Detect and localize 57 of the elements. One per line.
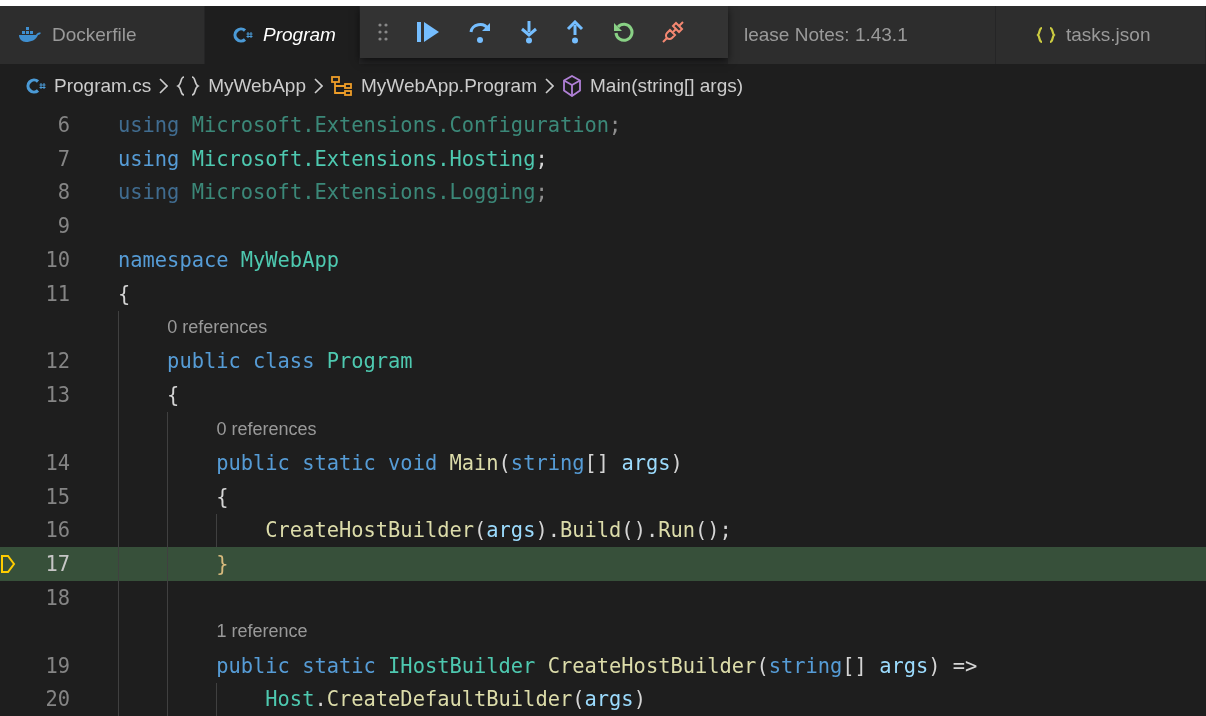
- editor-tab[interactable]: lease Notes: 1.43.1: [728, 6, 996, 64]
- code-line: Host.CreateDefaultBuilder(args): [264, 687, 646, 712]
- braces-icon: [1036, 26, 1056, 44]
- code-line: {: [118, 281, 131, 306]
- disconnect-icon[interactable]: [662, 21, 684, 43]
- code-line: public class Program: [166, 349, 413, 374]
- execution-pointer-icon: [0, 554, 16, 575]
- drag-handle-icon[interactable]: [378, 23, 388, 41]
- code-line: using Microsoft.Extensions.Hosting;: [118, 146, 548, 171]
- breadcrumb-item[interactable]: MyWebApp.Program: [361, 75, 537, 97]
- line-number: 18: [45, 586, 70, 611]
- restart-icon[interactable]: [612, 21, 634, 43]
- csharp-file-icon: [233, 26, 253, 44]
- code-line: CreateHostBuilder(args).Build().Run();: [264, 518, 732, 543]
- line-number: 6: [57, 112, 70, 137]
- line-number: 15: [45, 484, 70, 509]
- line-number: 19: [45, 653, 70, 678]
- breadcrumb-item[interactable]: MyWebApp: [208, 75, 306, 97]
- code-lens-references[interactable]: 1 reference: [216, 621, 308, 643]
- code-lens-references[interactable]: 0 references: [167, 317, 268, 339]
- cube-icon: [562, 75, 582, 97]
- class-icon: [331, 76, 353, 96]
- code-line: }: [215, 552, 229, 577]
- line-number: 10: [45, 248, 70, 273]
- csharp-file-icon: [26, 77, 46, 95]
- line-number: 14: [45, 450, 70, 475]
- line-number: 17: [45, 552, 70, 577]
- code-line: {: [215, 484, 229, 509]
- braces-icon: [176, 76, 201, 96]
- step-out-icon[interactable]: [566, 20, 584, 44]
- line-number: 8: [57, 180, 70, 205]
- whale-icon: [18, 27, 42, 43]
- continue-icon[interactable]: [416, 21, 440, 43]
- line-number: 12: [45, 349, 70, 374]
- line-number: 9: [57, 214, 70, 239]
- code-lens-references[interactable]: 0 references: [216, 418, 317, 440]
- editor-tab[interactable]: Program: [205, 6, 360, 64]
- code-line: namespace MyWebApp: [118, 248, 339, 273]
- breadcrumb-item[interactable]: Program.cs: [54, 75, 152, 97]
- line-number: 20: [45, 687, 70, 712]
- code-line: {: [166, 383, 180, 408]
- step-into-icon[interactable]: [520, 20, 538, 44]
- line-number: 7: [57, 146, 70, 171]
- breadcrumb-item[interactable]: Main(string[] args): [590, 75, 744, 97]
- editor-tab[interactable]: tasks.json: [996, 6, 1206, 64]
- code-line: using Microsoft.Extensions.Logging;: [118, 180, 548, 205]
- line-number: 13: [45, 383, 70, 408]
- editor-tab[interactable]: Dockerfile: [0, 6, 205, 64]
- code-line: public static IHostBuilder CreateHostBuilder(string[] args) =>: [215, 653, 978, 678]
- line-number: 16: [45, 518, 70, 543]
- line-number: 11: [45, 281, 70, 306]
- step-over-icon[interactable]: [468, 20, 492, 44]
- chevron-right-icon: [159, 78, 169, 94]
- code-line: public static void Main(string[] args): [215, 450, 683, 475]
- code-line: using Microsoft.Extensions.Configuration;: [118, 112, 622, 137]
- chevron-right-icon: [545, 78, 554, 94]
- chevron-right-icon: [314, 78, 323, 94]
